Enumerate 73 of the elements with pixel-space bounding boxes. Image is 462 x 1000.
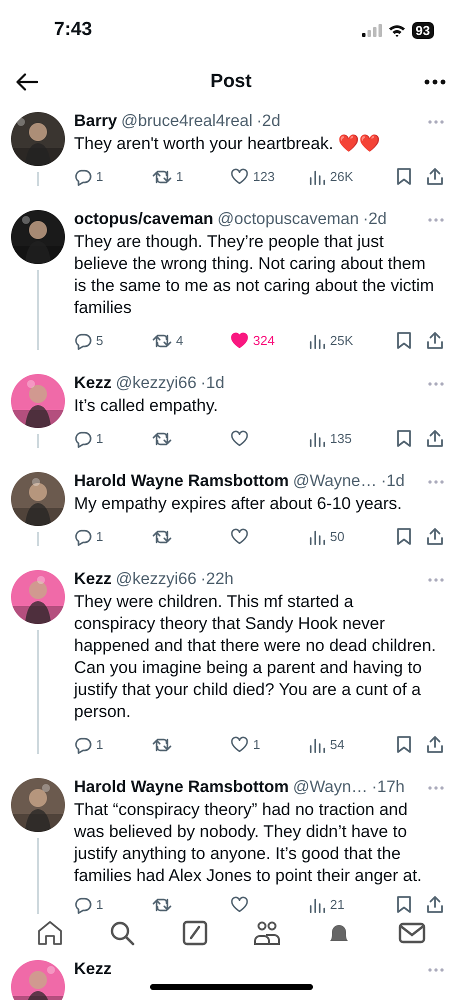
reply-button[interactable]: 1 [74, 896, 152, 914]
bookmark-icon[interactable] [396, 429, 412, 448]
views-button[interactable]: 50 [308, 528, 386, 546]
reply-button[interactable]: 5 [74, 332, 152, 350]
author-name[interactable]: Kezz [74, 570, 112, 589]
speech-bubble-icon [74, 896, 92, 914]
share-icon[interactable] [426, 331, 444, 350]
reply-button[interactable]: 1 [74, 736, 152, 754]
bookmark-icon[interactable] [396, 895, 412, 914]
author-name[interactable]: Barry [74, 112, 118, 131]
reply-text: My empathy expires after about 6-10 years. [74, 493, 403, 515]
like-button[interactable]: 123 [230, 168, 308, 185]
more-options-icon[interactable] [424, 79, 446, 85]
reply-button[interactable]: 1 [74, 528, 152, 546]
views-button[interactable]: 54 [308, 736, 386, 754]
speech-bubble-icon [74, 736, 92, 754]
views-button[interactable]: 21 [308, 896, 386, 914]
author-name[interactable]: octopus/caveman [74, 210, 214, 229]
reply-text: They were children. This mf started a conspiracy theory that Sandy Hook never happened and that there were no dead children. Can you imagine being a parent and having to justify that your child died? You are a cunt of a person. [74, 591, 437, 723]
author-name[interactable]: Harold Wayne Ramsbottom [74, 778, 289, 797]
author-handle[interactable]: @Wayne… [292, 472, 377, 491]
reply-text: It’s called empathy. [74, 395, 219, 417]
heart-icon [230, 168, 249, 185]
repost-button[interactable]: 4 [152, 332, 230, 350]
reply-text: They are though. They’re people that just believe the wrong thing. Not caring about them is the same to me as not caring about the victim families [74, 231, 436, 319]
heart-icon [230, 896, 249, 913]
share-icon[interactable] [426, 895, 444, 914]
bookmark-icon[interactable] [396, 527, 412, 546]
views-button[interactable]: 26K [308, 168, 386, 186]
like-button[interactable]: 1 [230, 736, 308, 753]
bookmark-icon[interactable] [396, 167, 412, 186]
author-handle[interactable]: @kezzyi66 [116, 570, 197, 589]
views-button[interactable]: 25K [308, 332, 386, 350]
author-handle[interactable]: @octopuscaveman [217, 210, 359, 229]
author-name[interactable]: Kezz [74, 960, 112, 979]
bookmark-icon[interactable] [396, 735, 412, 754]
like-button[interactable]: 324 [230, 332, 308, 349]
signal-icon [362, 24, 382, 36]
post-time: ·2d [362, 210, 387, 229]
speech-bubble-icon [74, 332, 92, 350]
heart-icon [230, 528, 249, 545]
reply-text: That “conspiracy theory” had no traction and was believed by nobody. They didn’t have to justify anything to anyone. It’s good that the families had Alex Jones to point their anger at. [74, 799, 423, 887]
post-time: ·1d [200, 374, 224, 393]
author-handle[interactable]: @kezzyi66 [116, 374, 197, 393]
speech-bubble-icon [74, 528, 92, 546]
author-name[interactable]: Harold Wayne Ramsbottom [74, 472, 289, 491]
reply-button[interactable]: 1 [74, 430, 152, 448]
heart-icon [230, 736, 249, 753]
reply-text: They aren't worth your heartbreak. ❤❤ [74, 133, 382, 155]
battery-level: 93 [412, 22, 434, 38]
repost-button[interactable]: 1 [152, 168, 230, 186]
post-time: ·2d [256, 112, 280, 131]
share-icon[interactable] [426, 735, 444, 754]
bookmark-icon[interactable] [396, 331, 412, 350]
clock: 7:43 [54, 19, 94, 41]
share-icon[interactable] [426, 167, 444, 186]
speech-bubble-icon [74, 168, 92, 186]
back-arrow-icon[interactable] [16, 73, 38, 91]
author-handle[interactable]: @bruce4real4real [121, 112, 253, 131]
share-icon[interactable] [426, 527, 444, 546]
speech-bubble-icon [74, 430, 92, 448]
author-handle[interactable]: @Wayn… [292, 778, 368, 797]
share-icon[interactable] [426, 429, 444, 448]
page-title: Post [209, 71, 253, 93]
views-button[interactable]: 135 [308, 430, 386, 448]
heart-icon [230, 430, 249, 447]
post-time: ·22h [200, 570, 234, 589]
heart-icon [230, 332, 249, 349]
author-name[interactable]: Kezz [74, 374, 112, 393]
post-time: ·17h [372, 778, 405, 797]
post-time: ·1d [380, 472, 405, 491]
reply-button[interactable]: 1 [74, 168, 152, 186]
wifi-icon [388, 24, 406, 36]
